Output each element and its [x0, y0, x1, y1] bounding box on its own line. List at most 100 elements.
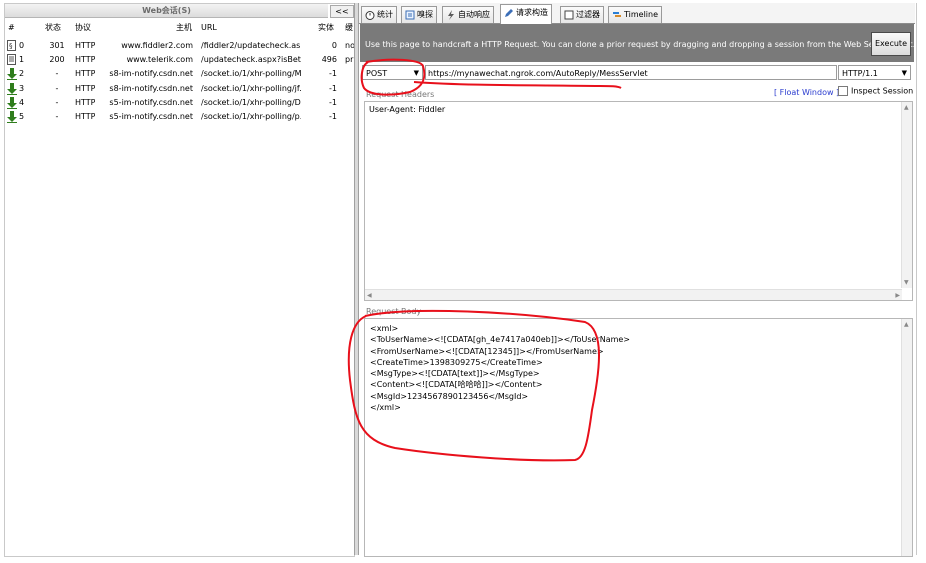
session-status: -	[55, 83, 59, 93]
session-caching: no	[345, 41, 354, 50]
session-url: /fiddler2/updatecheck.asp...	[201, 41, 301, 50]
inspect-session-label: Inspect Session	[851, 86, 914, 96]
tab-timeline[interactable]: Timeline	[608, 6, 663, 23]
session-protocol: HTTP	[75, 112, 96, 121]
session-status: 200	[49, 55, 65, 65]
session-status: -	[55, 112, 59, 121]
window-border	[916, 3, 917, 555]
session-host: www.fiddler2.com	[121, 41, 193, 50]
headers-horizontal-scrollbar[interactable]: ◀ ▶	[365, 289, 902, 300]
timeline-icon	[612, 10, 622, 20]
col-header-status[interactable]: 状态	[45, 22, 61, 34]
banner-text: Use this page to handcraft a HTTP Reques…	[365, 40, 916, 49]
info-banner: Use this page to handcraft a HTTP Reques…	[360, 24, 916, 62]
session-url: /socket.io/1/xhr-polling/jf...	[201, 83, 301, 93]
body-vertical-scrollbar[interactable]: ▲	[901, 319, 912, 556]
checkbox-icon	[564, 10, 574, 20]
col-header-body[interactable]: 实体	[318, 22, 334, 34]
scroll-up-icon[interactable]: ▲	[904, 104, 909, 111]
svg-text:§: §	[9, 42, 13, 50]
tab-autoresponder[interactable]: 自动响应	[442, 6, 494, 23]
download-arrow-icon	[7, 111, 17, 128]
tab-inspectors[interactable]: 嗅探	[401, 6, 437, 23]
inspect-icon	[405, 10, 415, 20]
col-header-caching[interactable]: 缓	[345, 22, 353, 34]
session-body-size: -1	[329, 112, 337, 121]
session-host: s5-im-notify.csdn.net	[109, 97, 193, 107]
request-headers-editor[interactable]: User-Agent: Fiddler ▲ ▼ ◀ ▶	[364, 101, 913, 301]
session-body-size: -1	[329, 83, 337, 93]
tab-label: 请求构造	[516, 8, 548, 17]
stopwatch-icon	[365, 10, 375, 20]
session-body-size: -1	[329, 69, 337, 79]
request-body-editor[interactable]: <xml> <ToUserName><![CDATA[gh_4e7417a040…	[364, 318, 913, 557]
tab-label: 统计	[377, 10, 393, 19]
method-dropdown[interactable]: POST ▼	[362, 65, 423, 80]
session-row[interactable]: 2 - HTTP s8-im-notify.csdn.net/socket.io/1/…	[5, 67, 354, 81]
session-row[interactable]: 4 - HTTP s5-im-notify.csdn.net/socket.io/1/…	[5, 96, 354, 110]
session-row[interactable]: 5 - HTTP s5-im-notify.csdn.net/socket.io/1/…	[5, 110, 354, 124]
session-number: 3	[19, 83, 25, 93]
request-headers-label: Request Headers	[366, 90, 435, 99]
scroll-down-icon[interactable]: ▼	[904, 279, 909, 286]
http-version-dropdown[interactable]: HTTP/1.1 ▼	[838, 65, 911, 80]
session-url: /socket.io/1/xhr-polling/p...	[201, 112, 301, 121]
col-header-protocol[interactable]: 协议	[75, 22, 91, 34]
request-body-text[interactable]: <xml> <ToUserName><![CDATA[gh_4e7417a040…	[370, 323, 630, 413]
col-header-url[interactable]: URL	[201, 22, 217, 34]
session-protocol: HTTP	[75, 55, 96, 65]
tab-label: 过滤器	[576, 10, 600, 19]
chevron-down-icon: ▼	[413, 69, 419, 77]
session-number: 0	[19, 41, 25, 50]
method-value: POST	[366, 69, 388, 78]
session-status: -	[55, 69, 59, 79]
session-status: 301	[49, 41, 65, 50]
web-sessions-title: Web会话(S)	[5, 4, 328, 18]
request-body-label: Request Body	[366, 307, 422, 316]
session-number: 4	[19, 97, 25, 107]
tab-filters[interactable]: 过滤器	[560, 6, 604, 23]
session-host: s5-im-notify.csdn.net	[109, 112, 193, 121]
inspect-session-checkbox[interactable]: Inspect Session	[838, 86, 913, 96]
tab-strip: 统计 嗅探 自动响应 请求构造 过滤器 Timeline	[359, 3, 915, 24]
request-headers-text[interactable]: User-Agent: Fiddler	[369, 105, 445, 114]
session-number: 1	[19, 55, 25, 65]
session-host: www.telerik.com	[126, 55, 193, 65]
session-status: -	[55, 97, 59, 107]
lightning-icon	[446, 9, 456, 20]
url-input[interactable]: https://mynawechat.ngrok.com/AutoReply/M…	[425, 65, 837, 80]
http-version-value: HTTP/1.1	[842, 69, 878, 78]
session-protocol: HTTP	[75, 41, 96, 50]
session-number: 5	[19, 112, 25, 121]
web-sessions-panel: Web会话(S) << # 状态 协议 主机 URL 实体 缓 § 0 301 HTT…	[4, 3, 355, 557]
session-url: /socket.io/1/xhr-polling/D...	[201, 97, 301, 107]
headers-vertical-scrollbar[interactable]: ▲ ▼	[901, 102, 912, 288]
session-row[interactable]: 1 200 HTTP www.telerik.com/updatecheck.aspx…	[5, 53, 354, 67]
tab-statistics[interactable]: 统计	[361, 6, 397, 23]
col-header-host[interactable]: 主机	[176, 22, 192, 34]
tab-label: 嗅探	[417, 10, 433, 19]
session-host: s8-im-notify.csdn.net	[109, 69, 193, 79]
composer-panel: 统计 嗅探 自动响应 请求构造 过滤器 Timeline Use this pa…	[359, 3, 916, 557]
checkbox-icon[interactable]	[838, 86, 848, 96]
execute-button[interactable]: Execute	[871, 32, 911, 56]
pencil-icon	[504, 8, 514, 18]
session-host: s8-im-notify.csdn.net	[109, 83, 193, 93]
float-window-link[interactable]: [ Float Window ]	[774, 88, 839, 97]
collapse-button[interactable]: <<	[330, 5, 354, 18]
session-body-size: 496	[321, 55, 337, 65]
chevron-down-icon: ▼	[901, 69, 907, 77]
tab-label: 自动响应	[458, 10, 490, 19]
tab-composer[interactable]: 请求构造	[500, 4, 552, 24]
scroll-up-icon[interactable]: ▲	[904, 321, 909, 328]
session-number: 2	[19, 69, 25, 79]
scroll-right-icon[interactable]: ▶	[895, 292, 900, 299]
session-caching: pri	[345, 55, 354, 65]
col-header-number[interactable]: #	[8, 22, 15, 34]
session-url: /updatecheck.aspx?isBeta...	[201, 55, 301, 65]
tab-label: Timeline	[624, 10, 659, 19]
scroll-left-icon[interactable]: ◀	[367, 292, 372, 299]
session-protocol: HTTP	[75, 83, 96, 93]
session-row[interactable]: § 0 301 HTTP www.fiddler2.com/fiddler2/updat…	[5, 39, 354, 53]
session-row[interactable]: 3 - HTTP s8-im-notify.csdn.net/socket.io/1/…	[5, 82, 354, 96]
